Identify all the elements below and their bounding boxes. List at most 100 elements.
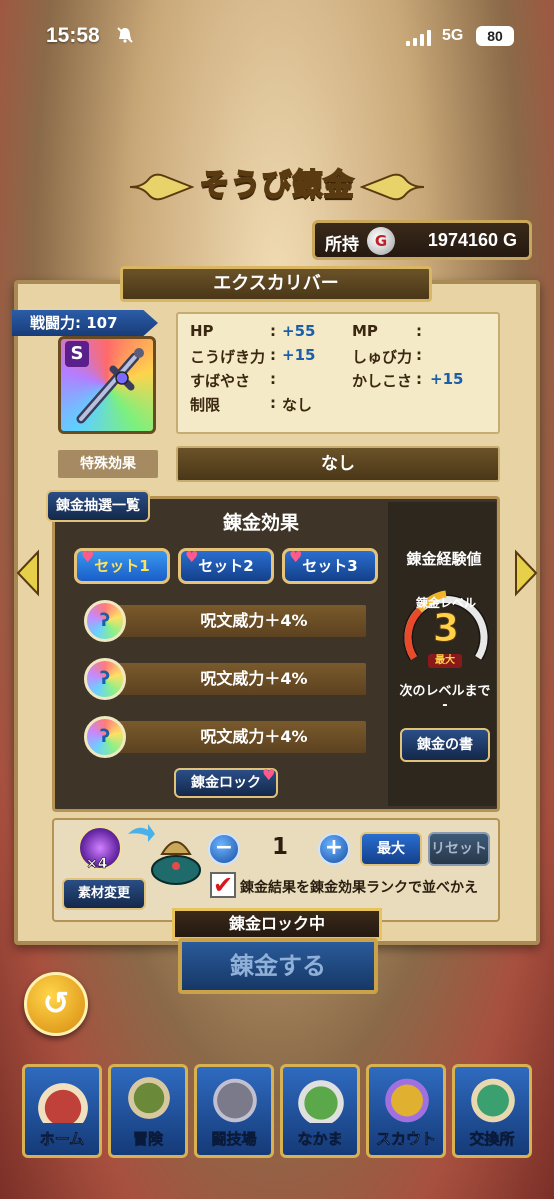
gold-bag-icon: G xyxy=(367,227,395,255)
effect-row: 呪文威力＋4% ʔ xyxy=(84,716,366,758)
nav-label: なかま xyxy=(297,1130,343,1149)
max-button[interactable]: 最大 xyxy=(360,832,422,866)
heart-icon: ♥ xyxy=(185,548,199,566)
next-level-value: - xyxy=(442,698,448,713)
stat-colon: : xyxy=(416,346,422,364)
material-count: ×4 xyxy=(86,856,108,873)
set-label: セット1 xyxy=(94,557,150,575)
heart-icon: ♥ xyxy=(262,766,276,784)
stat-colon: : xyxy=(270,394,276,412)
stat-label: こうげき力 xyxy=(190,348,266,366)
page-title-wrap: そうび錬金 xyxy=(0,160,554,212)
refine-book-button[interactable]: 錬金の書 xyxy=(400,728,490,762)
exchange-creature-icon xyxy=(465,1073,521,1123)
effect-text: 呪文威力＋4% xyxy=(114,605,366,637)
effect-text: 呪文威力＋4% xyxy=(114,663,366,695)
max-badge: 最大 xyxy=(428,654,462,668)
change-material-button[interactable]: 素材変更 xyxy=(62,878,146,910)
increase-button[interactable]: + xyxy=(318,833,350,865)
set-label: セット2 xyxy=(198,557,254,575)
refine-lock-button[interactable]: 錬金ロック ♥ xyxy=(174,766,278,798)
nav-arena[interactable]: 闘技場 xyxy=(194,1064,274,1158)
arena-castle-icon xyxy=(207,1073,263,1123)
effect-text: 呪文威力＋4% xyxy=(114,721,366,753)
nav-adventure[interactable]: 冒険 xyxy=(108,1064,188,1158)
combat-power-badge: 戦闘力: 107 xyxy=(12,310,158,336)
stat-value: +15 xyxy=(430,370,464,388)
lock-state-banner: 錬金ロック中 xyxy=(172,908,382,940)
stat-colon: : xyxy=(270,322,276,340)
home-tent-icon xyxy=(35,1073,91,1123)
heart-icon: ♥ xyxy=(289,548,303,566)
effect-row: 呪文威力＋4% ʔ xyxy=(84,658,366,700)
stat-label: HP xyxy=(190,322,214,340)
wand-rank-icon: ʔ xyxy=(84,716,126,758)
page-title: そうび錬金 xyxy=(199,167,355,204)
bottom-nav: ホーム 冒険 闘技場 なかま スカウト 交換所 xyxy=(22,1064,534,1158)
nav-party[interactable]: なかま xyxy=(280,1064,360,1158)
special-effect-value: なし xyxy=(176,446,500,482)
stats-table: HP : +55 MP : こうげき力 : +15 しゅび力 : すばやさ : … xyxy=(176,312,500,434)
set-3-button[interactable]: ♥ セット3 xyxy=(282,548,378,584)
weapon-icon[interactable]: S xyxy=(58,336,156,434)
wand-rank-icon: ʔ xyxy=(84,600,126,642)
gold-display: 所持 G 1974160 G xyxy=(312,220,532,260)
bell-muted-icon xyxy=(116,26,134,48)
refine-effect-title: 錬金効果 xyxy=(222,512,299,534)
right-ornament-icon xyxy=(360,173,425,201)
signal-icon xyxy=(406,30,434,46)
nav-scout[interactable]: スカウト xyxy=(366,1064,446,1158)
next-arrow-icon[interactable] xyxy=(512,548,540,598)
nav-home[interactable]: ホーム xyxy=(22,1064,102,1158)
network-type: 5G xyxy=(442,27,464,44)
experience-title: 錬金経験値 xyxy=(406,550,482,568)
alchemy-pot-icon xyxy=(151,841,201,885)
sort-checkbox[interactable]: ✔ xyxy=(210,872,236,898)
adventure-wagon-icon xyxy=(121,1073,177,1123)
nav-label: 冒険 xyxy=(132,1130,164,1149)
nav-label: スカウト xyxy=(375,1130,437,1149)
stat-colon: : xyxy=(416,322,422,340)
sort-checkbox-label: 錬金結果を錬金効果ランクで並べかえ xyxy=(240,880,478,896)
stat-colon: : xyxy=(416,370,422,388)
decrease-button[interactable]: − xyxy=(208,833,240,865)
next-level-label: 次のレベルまで xyxy=(399,684,491,699)
battery-level: 80 xyxy=(476,26,514,46)
nav-label: 闘技場 xyxy=(211,1130,257,1149)
sword-icon xyxy=(76,348,144,424)
stat-colon: : xyxy=(270,346,276,364)
refine-button[interactable]: 錬金する xyxy=(178,938,378,994)
quantity-value: 1 xyxy=(271,834,288,860)
stat-value: +15 xyxy=(282,346,316,364)
nav-label: ホーム xyxy=(39,1130,85,1149)
level-value: 3 xyxy=(432,606,460,651)
set-1-button[interactable]: ♥ セット1 xyxy=(74,548,170,584)
effect-row: 呪文威力＋4% ʔ xyxy=(84,600,366,642)
status-bar: 15:58 5G 80 xyxy=(0,0,554,70)
stat-label: MP xyxy=(352,322,378,340)
special-effect-label: 特殊効果 xyxy=(58,450,158,478)
stat-label: しゅび力 xyxy=(352,348,413,366)
stat-label: 制限 xyxy=(190,396,221,414)
nav-exchange[interactable]: 交換所 xyxy=(452,1064,532,1158)
lock-label: 錬金ロック xyxy=(191,775,261,791)
stat-value: なし xyxy=(282,396,313,414)
stat-label: すばやさ xyxy=(190,372,251,390)
stat-colon: : xyxy=(270,370,276,388)
nav-label: 交換所 xyxy=(469,1130,515,1149)
reset-button[interactable]: リセット xyxy=(428,832,490,866)
refine-lottery-list-button[interactable]: 錬金抽選一覧 xyxy=(46,490,150,522)
heart-icon: ♥ xyxy=(81,548,95,566)
stat-label: かしこさ xyxy=(352,372,413,390)
gold-amount: 1974160 G xyxy=(427,230,517,250)
item-name: エクスカリバー xyxy=(120,266,432,302)
set-2-button[interactable]: ♥ セット2 xyxy=(178,548,274,584)
prev-arrow-icon[interactable] xyxy=(14,548,42,598)
set-label: セット3 xyxy=(302,557,358,575)
back-icon[interactable]: ↺ xyxy=(24,972,88,1036)
stat-value: +55 xyxy=(282,322,316,340)
party-monsters-icon xyxy=(293,1073,349,1123)
status-time: 15:58 xyxy=(46,24,100,47)
gold-label: 所持 xyxy=(325,235,359,255)
scout-crystal-icon xyxy=(379,1073,435,1123)
